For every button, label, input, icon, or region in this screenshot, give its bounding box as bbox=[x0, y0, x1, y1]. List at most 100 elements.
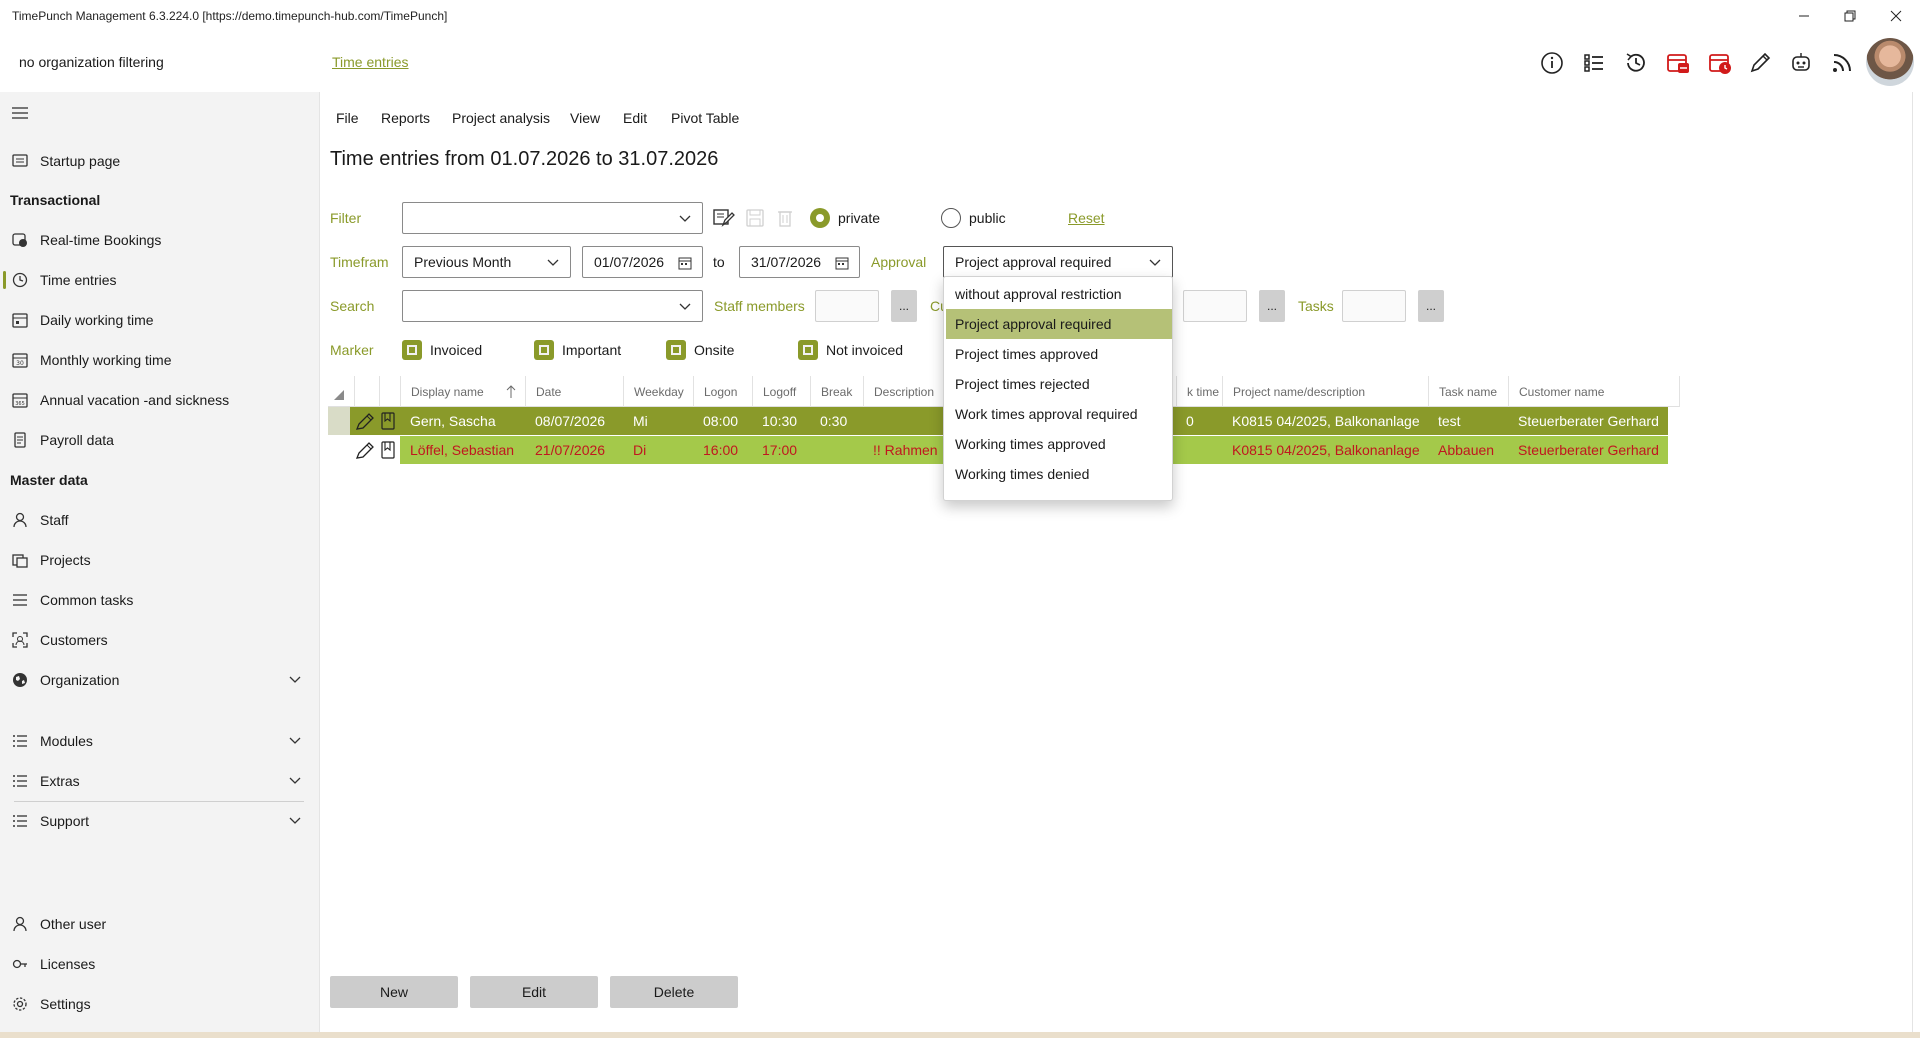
sidebar-item-time-entries[interactable]: Time entries bbox=[0, 262, 320, 298]
staff-members-picker-button[interactable]: ... bbox=[891, 290, 917, 322]
column-header-project[interactable]: Project name/description bbox=[1222, 376, 1428, 407]
cell-logoff: 17:00 bbox=[762, 442, 798, 458]
sidebar-item-settings[interactable]: Settings bbox=[0, 986, 320, 1022]
row-selector[interactable] bbox=[328, 407, 350, 435]
sidebar-item-staff[interactable]: Staff bbox=[0, 502, 320, 538]
avatar[interactable] bbox=[1866, 38, 1914, 86]
customers-picker-button[interactable]: ... bbox=[1259, 290, 1285, 322]
sidebar-item-projects[interactable]: Projects bbox=[0, 542, 320, 578]
column-header-customer-name[interactable]: Customer name bbox=[1508, 376, 1680, 407]
main-content: File Reports Project analysis View Edit … bbox=[321, 92, 1913, 1032]
date-from-input[interactable]: 01/07/2026 bbox=[582, 246, 703, 278]
column-header-task-name[interactable]: Task name bbox=[1428, 376, 1508, 407]
sidebar-item-daily-working-time[interactable]: Daily working time bbox=[0, 302, 320, 338]
approval-option-working-times-denied[interactable]: Working times denied bbox=[946, 459, 1172, 489]
menu-file[interactable]: File bbox=[336, 110, 359, 126]
marker-row-icon[interactable] bbox=[380, 440, 396, 460]
calendar-icon bbox=[678, 257, 692, 270]
sidebar-item-licenses[interactable]: Licenses bbox=[0, 946, 320, 982]
column-header-logoff[interactable]: Logoff bbox=[752, 376, 810, 407]
sidebar-item-customers[interactable]: Customers bbox=[0, 622, 320, 658]
select-all-corner-icon[interactable] bbox=[332, 388, 344, 400]
private-radio-label: private bbox=[838, 210, 881, 226]
history-icon[interactable] bbox=[1619, 46, 1653, 80]
tasks-label: Tasks bbox=[1298, 298, 1334, 314]
menu-pivot-table[interactable]: Pivot Table bbox=[671, 110, 739, 126]
edit-row-icon[interactable] bbox=[355, 441, 375, 459]
delete-filter-icon[interactable] bbox=[777, 209, 793, 227]
column-header-date[interactable]: Date bbox=[525, 376, 623, 407]
approval-option-project-times-rejected[interactable]: Project times rejected bbox=[946, 369, 1172, 399]
column-header-weekday[interactable]: Weekday bbox=[623, 376, 693, 407]
sidebar-item-other-user[interactable]: Other user bbox=[0, 906, 320, 942]
edit-filter-icon[interactable] bbox=[713, 208, 735, 228]
info-icon[interactable] bbox=[1535, 46, 1569, 80]
sidebar-item-annual-vacation[interactable]: 365 Annual vacation -and sickness bbox=[0, 382, 320, 418]
hamburger-menu-icon[interactable] bbox=[12, 106, 28, 120]
column-header-logon[interactable]: Logon bbox=[693, 376, 752, 407]
edit-button[interactable]: Edit bbox=[470, 976, 598, 1008]
public-radio[interactable] bbox=[941, 208, 961, 228]
column-header-work-time[interactable]: k time bbox=[1176, 376, 1222, 407]
customers-input[interactable] bbox=[1183, 290, 1247, 322]
menu-project-analysis[interactable]: Project analysis bbox=[452, 110, 550, 126]
taskbar-edge bbox=[0, 1032, 1920, 1038]
minimize-button[interactable] bbox=[1784, 4, 1824, 28]
sidebar-item-startup-page[interactable]: Startup page bbox=[0, 143, 320, 179]
menu-edit[interactable]: Edit bbox=[623, 110, 647, 126]
staff-members-input[interactable] bbox=[815, 290, 879, 322]
column-header-break[interactable]: Break bbox=[810, 376, 863, 407]
approval-select[interactable]: Project approval required bbox=[943, 246, 1173, 278]
sidebar-item-label: Common tasks bbox=[40, 592, 134, 608]
delete-button[interactable]: Delete bbox=[610, 976, 738, 1008]
invoiced-checkbox[interactable] bbox=[402, 340, 422, 360]
approval-option-work-times-approval-required[interactable]: Work times approval required bbox=[946, 399, 1172, 429]
pencil-icon[interactable] bbox=[1743, 46, 1777, 80]
filter-select[interactable] bbox=[402, 202, 703, 234]
scrollbar-track[interactable] bbox=[1912, 92, 1913, 1032]
organization-filter-label[interactable]: no organization filtering bbox=[19, 54, 164, 70]
private-radio[interactable] bbox=[810, 208, 830, 228]
tasks-picker-button[interactable]: ... bbox=[1418, 290, 1444, 322]
reset-link[interactable]: Reset bbox=[1068, 210, 1105, 226]
menu-reports[interactable]: Reports bbox=[381, 110, 430, 126]
restore-button[interactable] bbox=[1830, 4, 1870, 28]
sidebar-item-organization[interactable]: Organization bbox=[0, 662, 320, 698]
approval-option-project-times-approved[interactable]: Project times approved bbox=[946, 339, 1172, 369]
sidebar-item-modules[interactable]: Modules bbox=[0, 723, 320, 759]
approval-option-without-restriction[interactable]: without approval restriction bbox=[946, 279, 1172, 309]
tasks-input[interactable] bbox=[1342, 290, 1406, 322]
customers-icon bbox=[10, 630, 30, 650]
realtime-icon bbox=[10, 230, 30, 250]
sidebar-item-support[interactable]: Support bbox=[0, 803, 320, 839]
list-icon[interactable] bbox=[1577, 46, 1611, 80]
sidebar-item-common-tasks[interactable]: Common tasks bbox=[0, 582, 320, 618]
sidebar-item-extras[interactable]: Extras bbox=[0, 763, 320, 799]
menu-view[interactable]: View bbox=[570, 110, 600, 126]
onsite-checkbox[interactable] bbox=[666, 340, 686, 360]
column-header-display-name[interactable]: Display name bbox=[400, 376, 525, 407]
search-input[interactable] bbox=[402, 290, 703, 322]
breadcrumb-time-entries[interactable]: Time entries bbox=[332, 54, 409, 70]
date-to-input[interactable]: 31/07/2026 bbox=[739, 246, 860, 278]
important-checkbox[interactable] bbox=[534, 340, 554, 360]
approval-option-project-approval-required[interactable]: Project approval required bbox=[946, 309, 1172, 339]
calendar-clock-icon[interactable] bbox=[1703, 46, 1737, 80]
clock-icon bbox=[10, 270, 30, 290]
sidebar-item-payroll-data[interactable]: Payroll data bbox=[0, 422, 320, 458]
close-button[interactable] bbox=[1876, 4, 1916, 28]
sidebar-item-real-time-bookings[interactable]: Real-time Bookings bbox=[0, 222, 320, 258]
timeframe-select[interactable]: Previous Month bbox=[402, 246, 571, 278]
rss-icon[interactable] bbox=[1825, 46, 1859, 80]
edit-row-icon[interactable] bbox=[355, 412, 375, 430]
new-button[interactable]: New bbox=[330, 976, 458, 1008]
row-selector[interactable] bbox=[328, 436, 350, 464]
not-invoiced-checkbox[interactable] bbox=[798, 340, 818, 360]
robot-icon[interactable] bbox=[1784, 46, 1818, 80]
gear-icon bbox=[10, 994, 30, 1014]
sidebar-item-monthly-working-time[interactable]: 30 Monthly working time bbox=[0, 342, 320, 378]
save-filter-icon[interactable] bbox=[746, 209, 764, 227]
marker-row-icon[interactable] bbox=[380, 411, 396, 431]
approval-option-working-times-approved[interactable]: Working times approved bbox=[946, 429, 1172, 459]
calendar-alert-icon[interactable] bbox=[1661, 46, 1695, 80]
